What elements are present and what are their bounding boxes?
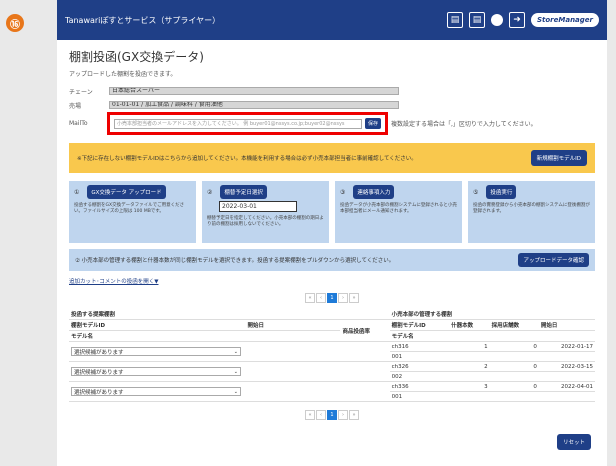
pager-prev[interactable]: ‹ [316, 293, 326, 303]
col-model-name: モデル名 [69, 330, 246, 342]
app-window: Tanawariぽすとサービス（サプライヤー） ▤ ▤ ➜ StoreManag… [57, 0, 607, 466]
pager-top: « ‹ 1 › » [69, 293, 595, 303]
upload-button[interactable]: GX交換データ アップロード [87, 185, 166, 199]
start-date: 2022-01-17 [538, 341, 595, 352]
fixtures: 3 [449, 381, 490, 392]
model-name: 001 [389, 351, 595, 362]
step-upload: ① GX交換データ アップロード 投函する棚割をGX交換データファイルでご用意く… [69, 181, 196, 243]
pager-prev[interactable]: ‹ [316, 410, 326, 420]
mailto-input[interactable]: 小売本部担当者のメールアドレスを入力してください。 例 buyer01@nssy… [114, 118, 362, 129]
table-row: 選択候補があります ⌄ ch326 2 0 2022-03-15 [69, 361, 595, 382]
notice-text: ※下記に存在しない棚割モデルIDはこちらから追加してください。本機能を利用する場… [77, 156, 417, 162]
col-adopted: 採用店舗数 [489, 319, 539, 331]
select-value: 選択候補があります [74, 349, 124, 356]
manual-icon[interactable]: ▤ [468, 12, 485, 28]
model-select[interactable]: 選択候補があります ⌄ [71, 387, 241, 396]
col-rate: 商品投函率 [340, 319, 390, 342]
notice-banner: ※下記に存在しない棚割モデルIDはこちらから追加してください。本機能を利用する場… [69, 143, 595, 173]
page-subtitle: アップロードした棚割を投函できます。 [69, 71, 177, 78]
select-value: 選択候補があります [74, 369, 124, 376]
pager-page[interactable]: 1 [327, 410, 337, 420]
table-row: 選択候補があります ⌄ ch316 1 0 2022-01-17 [69, 341, 595, 362]
manual-icon[interactable]: ▤ [446, 12, 463, 28]
new-model-button[interactable]: 新規棚割モデルID [530, 150, 587, 166]
col-model-name-right: モデル名 [389, 330, 595, 342]
step-number: ③ [340, 189, 346, 196]
page-title: 棚割投函(GX交換データ) [69, 50, 204, 64]
model-id: ch326 [389, 361, 450, 372]
pager-first[interactable]: « [305, 410, 315, 420]
step-execute: ⑤ 投函実行 投函の實務登録から小売本部の棚割システムに登後棚割が登録されます。 [468, 181, 595, 243]
step-date: ② 棚替予定日選択 2022-03-01 棚替予定日を指定してください。小売本部… [202, 181, 329, 243]
pager-page[interactable]: 1 [327, 293, 337, 303]
step-desc: 投函データが小売本部の棚割システムに登録されると小売本部担当者にメール通知されま… [340, 203, 457, 214]
chain-value: 日本総合スーパー [109, 87, 399, 95]
pager-last[interactable]: » [349, 410, 359, 420]
pager-next[interactable]: › [338, 293, 348, 303]
chevron-down-icon: ⌄ [233, 348, 238, 355]
step-message: ③ 連絡事項入力 投函データが小売本部の棚割システムに登録されると小売本部担当者… [335, 181, 462, 243]
chain-label: チェーン [69, 88, 93, 96]
additional-cut-link[interactable]: 追加カット･コメントの投函を開く▼ [69, 277, 595, 285]
user-icon[interactable] [490, 14, 503, 26]
upload-confirm-button[interactable]: アップロードデータ確認 [518, 253, 589, 267]
reset-button[interactable]: リセット [556, 434, 591, 450]
step-desc: 棚替予定日を指定してください。小売本部の棚割の期日より前の棚割は採用しないでくだ… [207, 216, 324, 227]
model-select[interactable]: 選択候補があります ⌄ [71, 347, 241, 356]
start-date: 2022-04-01 [538, 381, 595, 392]
mailto-hint: 複数設定する場合は「,」区切りで入力してください。 [391, 121, 537, 128]
col-fixtures: 什器本数 [449, 319, 490, 331]
step-desc: 投函の實務登録から小売本部の棚割システムに登後棚割が登録されます。 [473, 203, 590, 214]
adopted: 0 [489, 361, 539, 372]
logout-icon[interactable]: ➜ [508, 12, 525, 28]
select-value: 選択候補があります [74, 389, 124, 396]
col-model-id: 棚割モデルID [69, 319, 246, 331]
model-id: ch336 [389, 381, 450, 392]
pager-bottom: « ‹ 1 › » [69, 410, 595, 420]
top-bar: Tanawariぽすとサービス（サプライヤー） ▤ ▤ ➜ StoreManag… [57, 0, 607, 40]
message-button[interactable]: 連絡事項入力 [353, 185, 395, 199]
adopted: 0 [489, 341, 539, 352]
mailto-highlight: 小売本部担当者のメールアドレスを入力してください。 例 buyer01@nssy… [107, 112, 389, 135]
fixtures: 2 [449, 361, 490, 372]
model-name: 002 [389, 371, 595, 382]
fixtures: 1 [449, 341, 490, 352]
step-number: ② [207, 189, 213, 196]
left-header: 投函する提案棚割 [69, 309, 341, 320]
pager-next[interactable]: › [338, 410, 348, 420]
pager-last[interactable]: » [349, 293, 359, 303]
step-number: ① [74, 189, 80, 196]
date-input[interactable]: 2022-03-01 [219, 201, 297, 212]
col-start: 開始日 [245, 319, 341, 331]
execute-button[interactable]: 投函実行 [486, 185, 517, 199]
model-table: 投函する提案棚割 小売本部の管理する棚割 棚割モデルID 開始日 商品投函率 棚… [69, 309, 595, 402]
dest-label: 売場 [69, 102, 82, 110]
col-start-right: 開始日 [538, 319, 595, 331]
date-select-button[interactable]: 棚替予定日選択 [220, 185, 267, 199]
step-number: ⑤ [473, 189, 479, 196]
mailto-label: MailTo [69, 120, 88, 127]
chevron-down-icon: ⌄ [233, 388, 238, 395]
start-date: 2022-03-15 [538, 361, 595, 372]
table-row: 選択候補があります ⌄ ch336 3 0 2022-04-01 [69, 381, 595, 402]
dest-value: 01-01-01 / 加工食品 / 調味料 / 食用油他 [109, 101, 399, 109]
save-button[interactable]: 保存 [365, 118, 382, 129]
filter-text: ② 小売本部の管理する棚割と什器本数が同じ棚割モデルを選択できます。投函する提案… [75, 258, 395, 264]
model-id: ch316 [389, 341, 450, 352]
pager-first[interactable]: « [305, 293, 315, 303]
col-model-id-right: 棚割モデルID [389, 319, 450, 331]
model-name: 001 [389, 391, 595, 402]
step-badge: ⑯ [6, 14, 24, 32]
right-header: 小売本部の管理する棚割 [389, 309, 595, 320]
app-title: Tanawariぽすとサービス（サプライヤー） [65, 15, 221, 25]
step-desc: 投函する棚割をGX交換データファイルでご用意ください。ファイルサイズの上限は 1… [74, 203, 185, 214]
adopted: 0 [489, 381, 539, 392]
chevron-down-icon: ⌄ [233, 368, 238, 375]
store-manager-logo: StoreManager [530, 13, 599, 27]
model-select[interactable]: 選択候補があります ⌄ [71, 367, 241, 376]
filter-bar: ② 小売本部の管理する棚割と什器本数が同じ棚割モデルを選択できます。投函する提案… [69, 249, 595, 271]
